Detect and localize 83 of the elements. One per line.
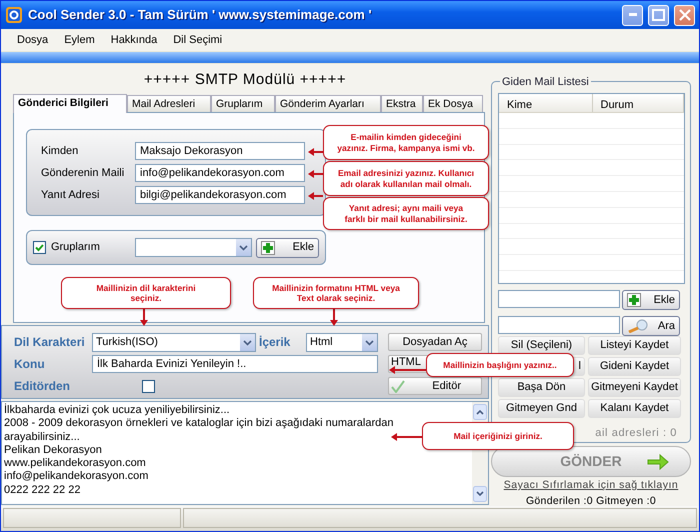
- minimize-icon: [628, 13, 636, 16]
- group-dropdown[interactable]: [134, 238, 252, 257]
- tab[interactable]: Ekstra: [381, 95, 423, 112]
- open-file-button[interactable]: Dosyadan Aç: [388, 333, 482, 351]
- message-line: 2008 - 2009 dekorasyon örnekleri ve kataloglar için bizi aşağıdaki numaralardan: [4, 417, 394, 431]
- plus-icon: [261, 240, 276, 254]
- message-line: www.pelikandekorasyon.com: [4, 457, 146, 470]
- window-title: Cool Sender 3.0 - Tam Sürüm ' www.systemimage.com ': [28, 6, 373, 24]
- callout-text: seçiniz.: [130, 293, 162, 304]
- list-button[interactable]: Gideni Kaydet: [588, 357, 681, 376]
- field-label: Gönderenin Maili: [40, 166, 126, 181]
- tab[interactable]: Gruplarım: [211, 95, 275, 112]
- add-button[interactable]: Ekle: [622, 290, 680, 310]
- subject-field[interactable]: İlk Baharda Evinizi Yenileyin !..: [92, 355, 378, 373]
- callout-text: Email adresinizi yazınız. Kullanıcı: [338, 168, 474, 178]
- column-header[interactable]: Kime: [499, 94, 592, 112]
- reset-link[interactable]: Sayacı Sıfırlamak için sağ tıklayın: [491, 479, 691, 491]
- input-field[interactable]: [498, 290, 620, 308]
- message-line: 0222 222 22 22: [4, 484, 80, 498]
- column-header[interactable]: Durum: [592, 94, 684, 112]
- checkbox-label: Gruplarım: [50, 240, 101, 256]
- callout-text: E-mailin kimden gideceğini: [350, 132, 462, 142]
- maximize-icon: [652, 8, 665, 21]
- message-line: info@pelikandekorasyon.com: [4, 470, 148, 484]
- tab[interactable]: Gönderim Ayarları: [275, 95, 381, 112]
- menu-item[interactable]: Dosya: [9, 30, 56, 50]
- field-label: Konu: [14, 356, 46, 373]
- menu-item[interactable]: Hakkında: [102, 30, 166, 50]
- callout-text: adı olarak kullanılan mail olmalı.: [340, 178, 472, 189]
- add-button[interactable]: Ekle: [256, 238, 319, 258]
- input-field[interactable]: bilgi@pelikandekorasyon.com: [135, 186, 305, 204]
- message-line: Pelikan Dekorasyon: [4, 444, 102, 458]
- input-field[interactable]: info@pelikandekorasyon.com: [135, 164, 305, 182]
- module-heading: +++++ SMTP Modülü +++++: [142, 70, 348, 90]
- caret-icon: [239, 244, 248, 251]
- tab[interactable]: Ek Dosya: [423, 95, 483, 112]
- callout-text: Maillinizin başlığını yazınız..: [443, 360, 557, 370]
- input-field[interactable]: Maksajo Dekorasyon: [135, 142, 305, 160]
- minimize-button[interactable]: [622, 4, 643, 26]
- field-label: Kimden: [40, 144, 80, 159]
- search-button[interactable]: Ara: [622, 316, 680, 336]
- close-icon: [678, 8, 690, 21]
- check-icon: [391, 379, 405, 393]
- caret-icon: [243, 338, 252, 346]
- counter-text: ail adresleri : 0: [595, 426, 677, 441]
- app-icon: [5, 6, 23, 24]
- field-label: Dil Karakteri: [14, 334, 86, 351]
- menu-item[interactable]: Dil Seçimi: [165, 30, 230, 50]
- field-label: İçerik: [259, 334, 292, 351]
- tab[interactable]: Gönderici Bilgileri: [13, 94, 127, 113]
- scroll-up-icon: [473, 404, 487, 420]
- caret-icon: [365, 338, 374, 346]
- callout-text: farklı bir mail kullanabilirsiniz.: [344, 214, 468, 224]
- maximize-button[interactable]: [648, 4, 669, 26]
- list-button[interactable]: Gitmeyen Gnd: [498, 399, 585, 418]
- callout-text: Maillinizin formatını HTML veya: [272, 282, 400, 293]
- callout-text: Yanıt adresi; aynı maili veya: [348, 203, 464, 214]
- list-button[interactable]: Başa Dön: [498, 378, 585, 397]
- callout-text: Text olarak seçiniz.: [296, 293, 376, 304]
- search-icon: [627, 319, 649, 333]
- field-label: Yanıt Adresi: [40, 188, 100, 203]
- list-button[interactable]: Kalanı Kaydet: [588, 399, 681, 418]
- editor-button[interactable]: Editör: [388, 377, 482, 395]
- stats-text: Gönderilen :0 Gitmeyen :0: [524, 495, 658, 506]
- field-label: Editörden: [14, 378, 71, 395]
- list-button[interactable]: Gitmeyeni Kaydet: [588, 378, 681, 397]
- close-button[interactable]: [674, 4, 695, 26]
- callout-text: yazınız. Firma, kampanya ismi vb.: [337, 142, 475, 153]
- scroll-down-icon: [473, 486, 487, 502]
- checkbox[interactable]: [33, 241, 46, 254]
- message-line: İlkbaharda evinizi çok ucuza yeniliyebilirsiniz...: [4, 404, 230, 418]
- tab[interactable]: Mail Adresleri: [127, 95, 211, 112]
- content-type-dropdown[interactable]: Html: [306, 332, 378, 352]
- charset-dropdown[interactable]: Turkish(ISO): [92, 332, 256, 352]
- callout-text: Mail içeriğinizi giriniz.: [454, 430, 542, 442]
- menu-item[interactable]: Eylem: [56, 30, 103, 50]
- callout-text: Maillinizin dil karakterini: [96, 282, 196, 293]
- list-button[interactable]: Listeyi Kaydet: [588, 336, 681, 355]
- plus-icon: [627, 293, 641, 307]
- input-field[interactable]: [498, 316, 620, 334]
- message-line: arayabilirsiniz...: [4, 430, 80, 444]
- list-button[interactable]: Sil (Seçileni): [498, 336, 585, 355]
- checkbox[interactable]: [142, 380, 155, 392]
